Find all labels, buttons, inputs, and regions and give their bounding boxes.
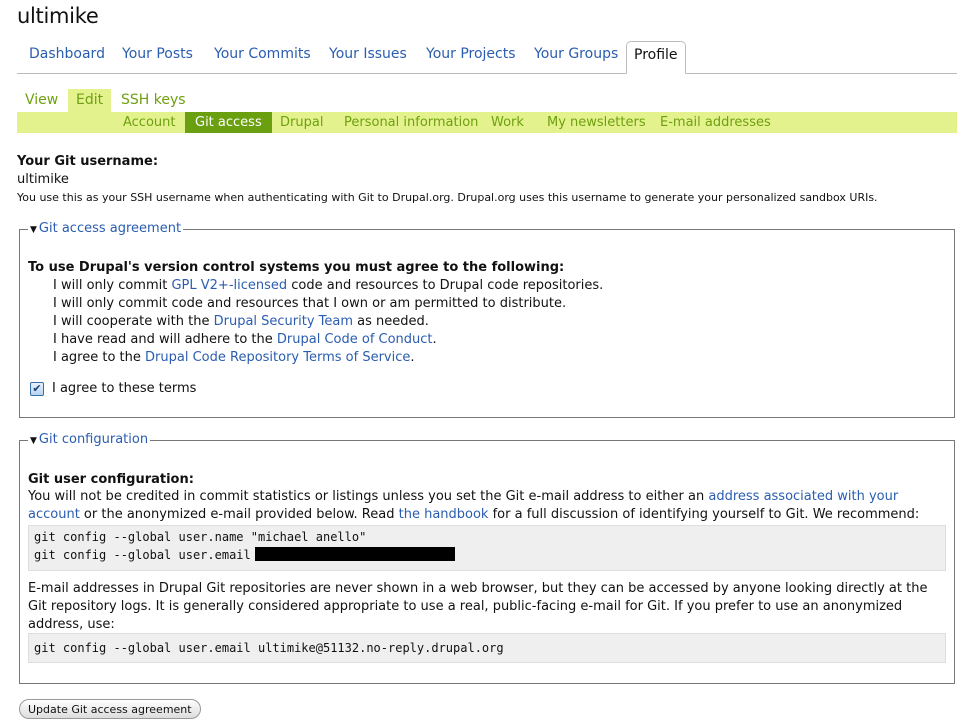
- agreement-terms: I will only commit GPL V2+-licensed code…: [53, 277, 603, 367]
- agree-terms-checkbox-row[interactable]: ✔ I agree to these terms: [30, 381, 196, 396]
- page-title: ultimike: [17, 4, 99, 28]
- collapse-arrow-icon: ▼: [30, 225, 37, 235]
- git-access-agreement-fieldset: ▼ Git access agreement To use Drupal's ve…: [19, 221, 955, 418]
- instruction-text: You will not be credited in commit stati…: [28, 489, 709, 504]
- git-configuration-legend[interactable]: ▼ Git configuration: [28, 432, 151, 447]
- term-text: I agree to the: [53, 350, 146, 365]
- instruction-text: or the anonymized e-mail provided below.…: [79, 507, 399, 522]
- git-username-description: You use this as your SSH username when a…: [17, 191, 878, 204]
- git-configuration-fieldset: ▼ Git configuration Git user configuratio…: [19, 432, 955, 684]
- tab-your-groups[interactable]: Your Groups: [522, 41, 630, 73]
- code-line-user-name: git config --global user.name "michael a…: [34, 530, 367, 544]
- tab-your-posts[interactable]: Your Posts: [110, 41, 205, 73]
- tab-your-issues[interactable]: Your Issues: [317, 41, 419, 73]
- code-text: git config --global user.email: [34, 548, 251, 562]
- recommended-config-code: git config --global user.name "michael a…: [28, 525, 946, 571]
- code-line-user-email: git config --global user.email: [34, 546, 940, 564]
- git-config-instructions: You will not be credited in commit stati…: [28, 488, 948, 524]
- term-text: I will only commit: [53, 278, 172, 293]
- gpl-link[interactable]: GPL V2+-licensed: [171, 278, 287, 293]
- term-text: .: [410, 350, 415, 365]
- term-text: code and resources to Drupal code reposi…: [287, 278, 604, 293]
- term-item: I agree to the Drupal Code Repository Te…: [53, 349, 603, 367]
- term-item: I will cooperate with the Drupal Securit…: [53, 313, 603, 331]
- git-username-section: Your Git username: ultimike You use this…: [17, 154, 957, 204]
- term-item: I will only commit code and resources th…: [53, 295, 603, 313]
- tab-account[interactable]: Account: [117, 112, 182, 133]
- tab-work[interactable]: Work: [485, 112, 530, 133]
- tab-git-access[interactable]: Git access: [185, 112, 272, 133]
- tab-ssh-keys[interactable]: SSH keys: [113, 89, 194, 112]
- handbook-link[interactable]: the handbook: [399, 507, 489, 522]
- legend-label: Git access agreement: [38, 221, 182, 236]
- redacted-email: [254, 547, 455, 561]
- code-of-conduct-link[interactable]: Drupal Code of Conduct: [277, 332, 433, 347]
- security-team-link[interactable]: Drupal Security Team: [214, 314, 353, 329]
- tab-personal-information[interactable]: Personal information: [338, 112, 484, 133]
- terms-of-service-link[interactable]: Drupal Code Repository Terms of Service: [145, 350, 410, 365]
- email-privacy-note: E-mail addresses in Drupal Git repositor…: [28, 581, 928, 632]
- term-text: as needed.: [353, 314, 429, 329]
- tab-drupal[interactable]: Drupal: [274, 112, 329, 133]
- tab-email-addresses[interactable]: E-mail addresses: [654, 112, 777, 133]
- tab-edit[interactable]: Edit: [68, 89, 112, 112]
- term-item: I have read and will adhere to the Drupa…: [53, 331, 603, 349]
- git-username-value: ultimike: [17, 172, 69, 187]
- git-username-label: Your Git username:: [17, 154, 159, 169]
- agree-terms-checkbox[interactable]: ✔: [30, 381, 44, 396]
- primary-tabs: Dashboard Your Posts Your Commits Your I…: [17, 41, 957, 74]
- tab-profile[interactable]: Profile: [626, 41, 686, 74]
- tab-view[interactable]: View: [17, 89, 66, 112]
- tab-my-newsletters[interactable]: My newsletters: [541, 112, 652, 133]
- update-git-access-button[interactable]: Update Git access agreement: [19, 699, 201, 719]
- collapse-arrow-icon: ▼: [30, 436, 37, 446]
- agree-terms-label: I agree to these terms: [52, 381, 197, 396]
- term-text: I will only commit code and resources th…: [53, 296, 567, 311]
- anonymized-config-code: git config --global user.email ultimike@…: [28, 633, 946, 663]
- tab-your-commits[interactable]: Your Commits: [202, 41, 323, 73]
- git-access-agreement-legend[interactable]: ▼ Git access agreement: [28, 221, 184, 236]
- term-item: I will only commit GPL V2+-licensed code…: [53, 277, 603, 295]
- tab-dashboard[interactable]: Dashboard: [17, 41, 117, 73]
- instruction-text: for a full discussion of identifying you…: [488, 507, 920, 522]
- agreement-heading: To use Drupal's version control systems …: [28, 260, 565, 275]
- legend-label: Git configuration: [38, 432, 149, 447]
- tertiary-tabs: Account Git access Drupal Personal infor…: [17, 112, 957, 133]
- tab-your-projects[interactable]: Your Projects: [414, 41, 528, 73]
- term-text: I have read and will adhere to the: [53, 332, 277, 347]
- git-user-config-heading: Git user configuration:: [28, 472, 194, 487]
- term-text: I will cooperate with the: [53, 314, 214, 329]
- term-text: .: [432, 332, 437, 347]
